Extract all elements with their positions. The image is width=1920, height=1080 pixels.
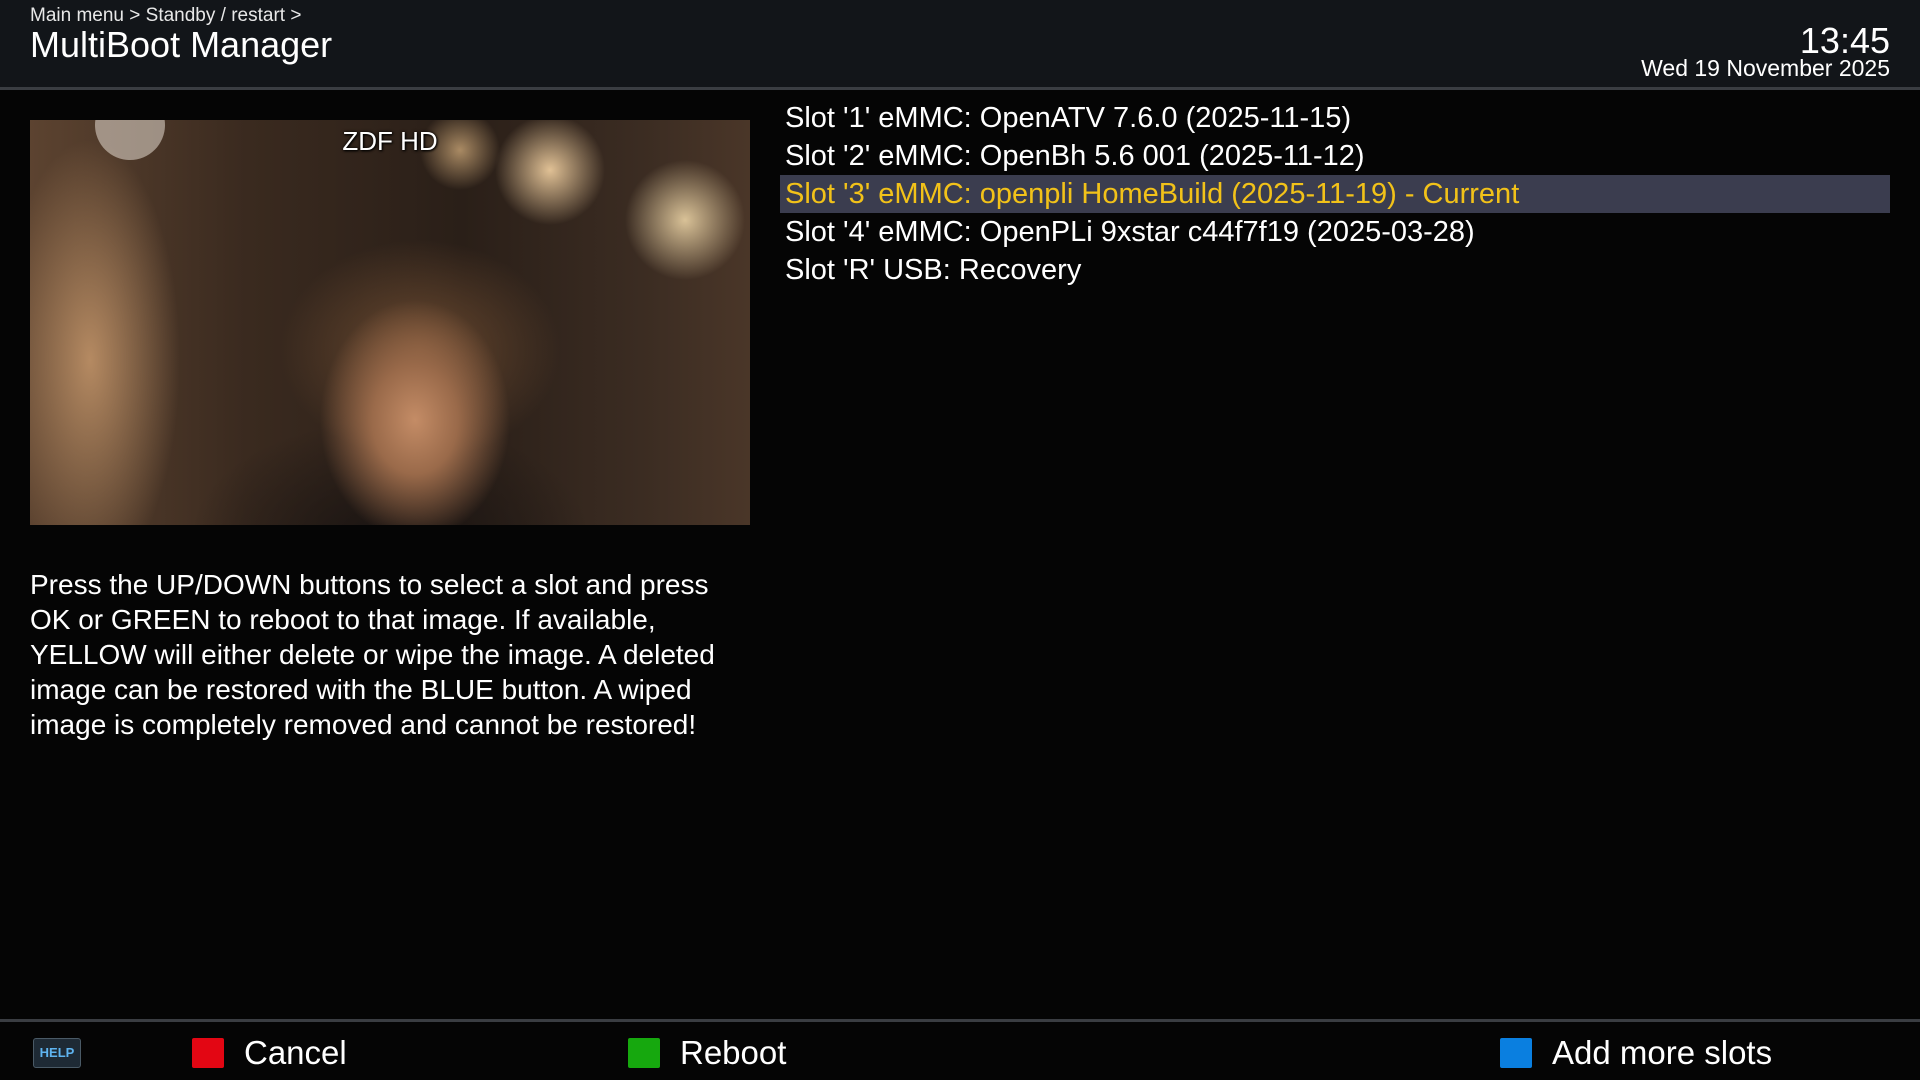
slot-item-2[interactable]: Slot '2' eMMC: OpenBh 5.6 001 (2025-11-1… xyxy=(780,137,1890,175)
slot-list[interactable]: Slot '1' eMMC: OpenATV 7.6.0 (2025-11-15… xyxy=(780,99,1890,289)
multiboot-screen: Main menu > Standby / restart > MultiBoo… xyxy=(0,0,1920,1080)
add-more-slots-label: Add more slots xyxy=(1552,1034,1773,1071)
tv-preview: ZDF HD xyxy=(30,120,750,525)
add-more-slots-button[interactable]: Add more slots xyxy=(1500,1034,1773,1071)
help-description: Press the UP/DOWN buttons to select a sl… xyxy=(30,569,715,740)
blue-key-icon xyxy=(1500,1038,1532,1068)
date: Wed 19 November 2025 xyxy=(1641,55,1890,81)
help-button[interactable]: HELP xyxy=(33,1038,81,1068)
header-bar: Main menu > Standby / restart > MultiBoo… xyxy=(0,0,1920,90)
footer-bar: HELP Cancel Reboot Add more slots xyxy=(0,1019,1920,1080)
slot-item-1[interactable]: Slot '1' eMMC: OpenATV 7.6.0 (2025-11-15… xyxy=(780,99,1890,137)
cancel-button[interactable]: Cancel xyxy=(192,1034,347,1071)
slot-item-4[interactable]: Slot '4' eMMC: OpenPLi 9xstar c44f7f19 (… xyxy=(780,213,1890,251)
channel-name: ZDF HD xyxy=(342,126,438,156)
slot-item-recovery[interactable]: Slot 'R' USB: Recovery xyxy=(780,251,1890,289)
page-title: MultiBoot Manager xyxy=(30,24,333,65)
cancel-label: Cancel xyxy=(244,1034,347,1071)
slot-item-3[interactable]: Slot '3' eMMC: openpli HomeBuild (2025-1… xyxy=(780,175,1890,213)
reboot-button[interactable]: Reboot xyxy=(628,1034,787,1071)
red-key-icon xyxy=(192,1038,224,1068)
reboot-label: Reboot xyxy=(680,1034,787,1071)
green-key-icon xyxy=(628,1038,660,1068)
